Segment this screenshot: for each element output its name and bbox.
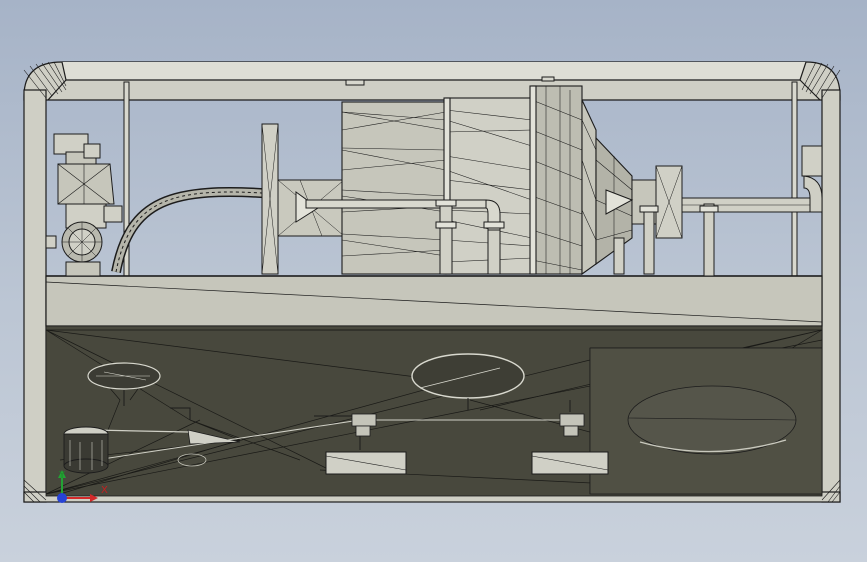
flange-plate (261, 123, 345, 275)
deck (45, 275, 823, 327)
main-body (341, 85, 633, 276)
axis-x-label: X (101, 485, 108, 496)
cad-viewport[interactable]: Y X (0, 0, 867, 562)
axis-y-label: Y (59, 470, 66, 481)
frame-left-post (23, 89, 47, 503)
machine-assembly-drawing (23, 61, 841, 503)
lower-cavity (45, 325, 823, 497)
frame-right-post (821, 89, 841, 503)
small-cylinder (63, 426, 109, 474)
valve-assembly (45, 133, 123, 277)
